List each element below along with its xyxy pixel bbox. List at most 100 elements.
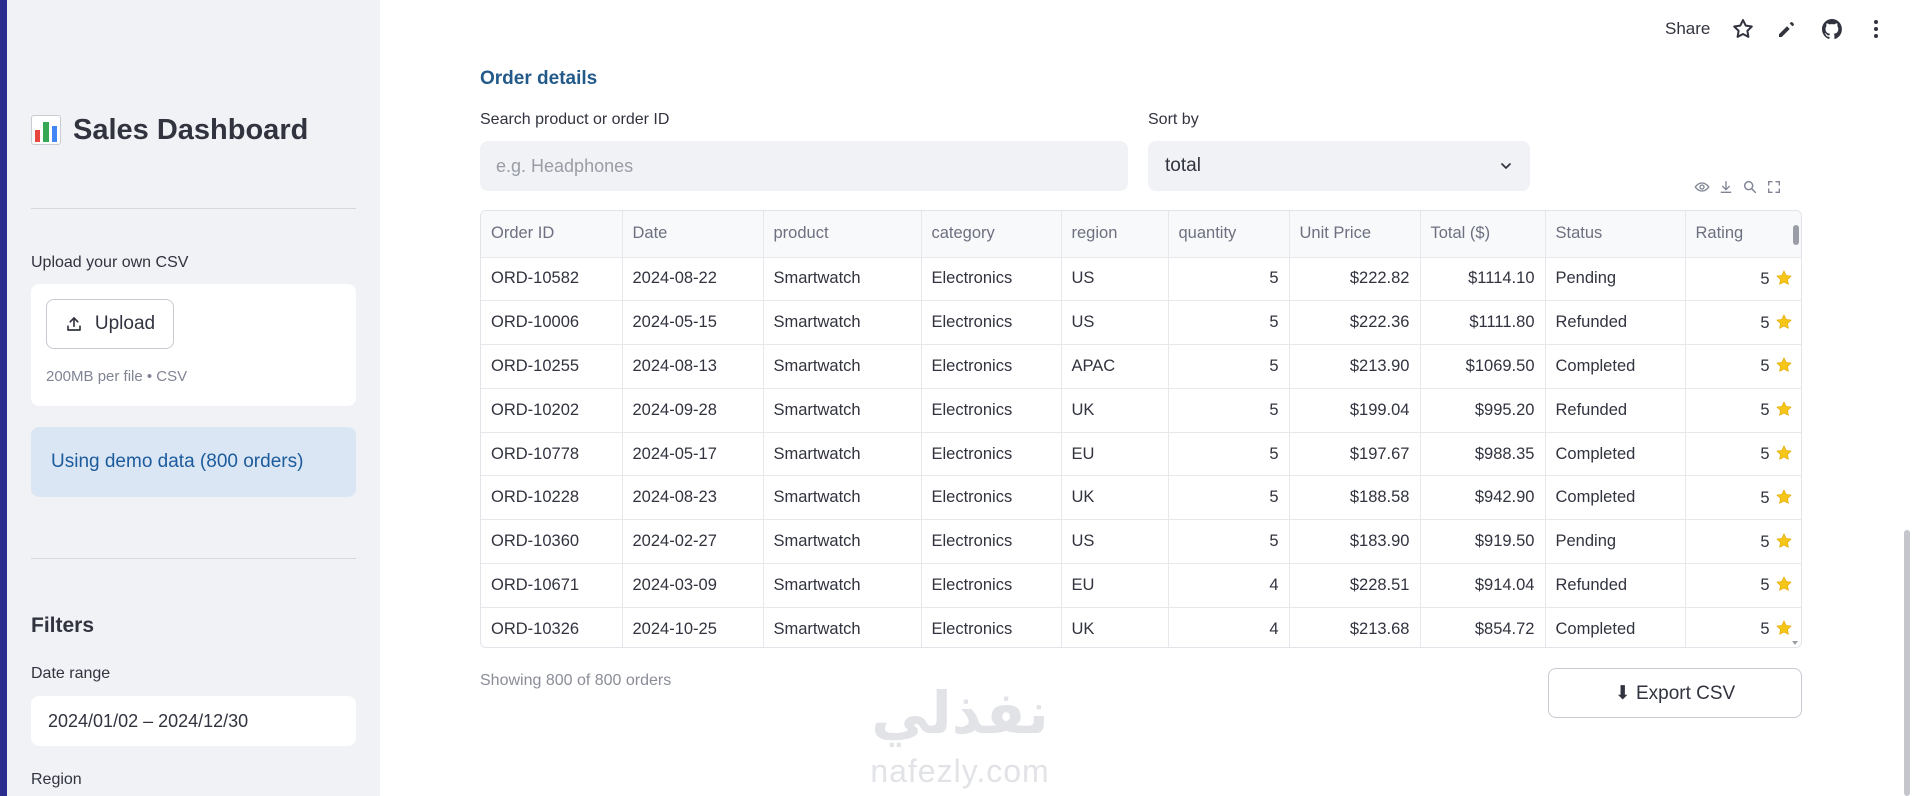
page-scrollbar[interactable]: [1904, 530, 1910, 796]
table-cell[interactable]: $222.82: [1289, 257, 1421, 302]
table-cell[interactable]: Smartwatch: [763, 563, 922, 608]
table-cell[interactable]: Smartwatch: [763, 300, 922, 346]
table-cell[interactable]: Electronics: [921, 475, 1062, 521]
table-cell[interactable]: 4: [1168, 607, 1290, 647]
column-header[interactable]: Date: [622, 211, 764, 258]
column-header[interactable]: Order ID: [481, 211, 623, 258]
table-cell[interactable]: 5: [1168, 519, 1290, 565]
table-cell[interactable]: Smartwatch: [763, 519, 922, 565]
table-cell[interactable]: 5: [1685, 519, 1801, 565]
table-cell[interactable]: 5: [1168, 257, 1290, 302]
table-cell[interactable]: EU: [1061, 563, 1169, 608]
table-cell[interactable]: Refunded: [1545, 388, 1686, 433]
table-cell[interactable]: Electronics: [921, 344, 1062, 389]
table-cell[interactable]: Smartwatch: [763, 257, 922, 302]
table-cell[interactable]: $183.90: [1289, 519, 1421, 565]
table-cell[interactable]: US: [1061, 300, 1169, 346]
table-cell[interactable]: US: [1061, 257, 1169, 302]
table-cell[interactable]: $988.35: [1420, 432, 1546, 477]
table-cell[interactable]: Completed: [1545, 475, 1686, 521]
table-cell[interactable]: Electronics: [921, 607, 1062, 647]
table-row[interactable]: ORD-10006 2024-05-15 Smartwatch Electronics…: [481, 300, 1801, 346]
column-header[interactable]: Status: [1545, 211, 1686, 258]
table-cell[interactable]: 5: [1685, 432, 1801, 477]
column-header[interactable]: Unit Price: [1289, 211, 1421, 258]
star-icon[interactable]: [1731, 17, 1755, 41]
scroll-down-arrow[interactable]: [1792, 641, 1798, 645]
column-header[interactable]: region: [1061, 211, 1169, 258]
table-cell[interactable]: Pending: [1545, 519, 1686, 565]
date-range-input[interactable]: 2024/01/02 – 2024/12/30: [31, 696, 356, 746]
table-cell[interactable]: Electronics: [921, 300, 1062, 346]
table-cell[interactable]: $919.50: [1420, 519, 1546, 565]
table-cell[interactable]: $213.90: [1289, 344, 1421, 389]
fullscreen-icon[interactable]: [1766, 179, 1782, 195]
table-cell[interactable]: Smartwatch: [763, 388, 922, 433]
table-cell[interactable]: 2024-10-25: [622, 607, 764, 647]
table-cell[interactable]: ORD-10202: [481, 388, 623, 433]
export-csv-button[interactable]: ⬇ Export CSV: [1548, 668, 1802, 718]
table-cell[interactable]: Electronics: [921, 563, 1062, 608]
table-cell[interactable]: Completed: [1545, 607, 1686, 647]
table-row[interactable]: ORD-10360 2024-02-27 Smartwatch Electronics…: [481, 519, 1801, 565]
orders-table[interactable]: Order ID Date product category region quantit…: [480, 210, 1802, 648]
table-cell[interactable]: $1111.80: [1420, 300, 1546, 346]
table-cell[interactable]: Completed: [1545, 344, 1686, 389]
table-cell[interactable]: 5: [1685, 344, 1801, 389]
table-cell[interactable]: $995.20: [1420, 388, 1546, 433]
table-cell[interactable]: $197.67: [1289, 432, 1421, 477]
table-cell[interactable]: 5: [1168, 475, 1290, 521]
column-header[interactable]: category: [921, 211, 1062, 258]
table-cell[interactable]: Electronics: [921, 432, 1062, 477]
table-cell[interactable]: 5: [1168, 432, 1290, 477]
table-cell[interactable]: 2024-05-15: [622, 300, 764, 346]
table-cell[interactable]: $222.36: [1289, 300, 1421, 346]
table-cell[interactable]: UK: [1061, 607, 1169, 647]
table-cell[interactable]: Smartwatch: [763, 432, 922, 477]
table-cell[interactable]: $188.58: [1289, 475, 1421, 521]
table-cell[interactable]: ORD-10582: [481, 257, 623, 302]
download-icon[interactable]: [1718, 179, 1734, 195]
table-row[interactable]: ORD-10778 2024-05-17 Smartwatch Electronics…: [481, 432, 1801, 477]
table-cell[interactable]: $914.04: [1420, 563, 1546, 608]
table-cell[interactable]: 2024-08-13: [622, 344, 764, 389]
table-row[interactable]: ORD-10202 2024-09-28 Smartwatch Electronics…: [481, 388, 1801, 433]
table-cell[interactable]: Electronics: [921, 257, 1062, 302]
column-header[interactable]: quantity: [1168, 211, 1290, 258]
table-cell[interactable]: 5: [1685, 300, 1801, 346]
table-cell[interactable]: ORD-10671: [481, 563, 623, 608]
table-cell[interactable]: $854.72: [1420, 607, 1546, 647]
table-cell[interactable]: ORD-10360: [481, 519, 623, 565]
table-cell[interactable]: $1069.50: [1420, 344, 1546, 389]
table-cell[interactable]: Electronics: [921, 519, 1062, 565]
table-cell[interactable]: 2024-08-22: [622, 257, 764, 302]
table-cell[interactable]: ORD-10778: [481, 432, 623, 477]
table-cell[interactable]: 2024-03-09: [622, 563, 764, 608]
table-cell[interactable]: 5: [1685, 257, 1801, 302]
share-button[interactable]: Share: [1665, 19, 1710, 39]
table-cell[interactable]: 2024-08-23: [622, 475, 764, 521]
table-cell[interactable]: 5: [1685, 563, 1801, 608]
table-cell[interactable]: UK: [1061, 475, 1169, 521]
table-row[interactable]: ORD-10582 2024-08-22 Smartwatch Electronics…: [481, 257, 1801, 302]
table-cell[interactable]: US: [1061, 519, 1169, 565]
table-row[interactable]: ORD-10671 2024-03-09 Smartwatch Electronics…: [481, 563, 1801, 608]
github-icon[interactable]: [1820, 17, 1844, 41]
table-cell[interactable]: $942.90: [1420, 475, 1546, 521]
table-row[interactable]: ORD-10326 2024-10-25 Smartwatch Electronics…: [481, 607, 1801, 647]
table-cell[interactable]: UK: [1061, 388, 1169, 433]
column-header[interactable]: product: [763, 211, 922, 258]
search-icon[interactable]: [1742, 179, 1758, 195]
table-cell[interactable]: 2024-05-17: [622, 432, 764, 477]
table-cell[interactable]: ORD-10255: [481, 344, 623, 389]
table-scrollbar[interactable]: [1793, 225, 1799, 245]
table-cell[interactable]: EU: [1061, 432, 1169, 477]
table-cell[interactable]: 5: [1168, 344, 1290, 389]
search-input[interactable]: [480, 141, 1128, 191]
table-cell[interactable]: Pending: [1545, 257, 1686, 302]
table-row[interactable]: ORD-10228 2024-08-23 Smartwatch Electronics…: [481, 475, 1801, 521]
table-cell[interactable]: Smartwatch: [763, 475, 922, 521]
table-cell[interactable]: 5: [1168, 388, 1290, 433]
table-cell[interactable]: Completed: [1545, 432, 1686, 477]
table-cell[interactable]: Electronics: [921, 388, 1062, 433]
